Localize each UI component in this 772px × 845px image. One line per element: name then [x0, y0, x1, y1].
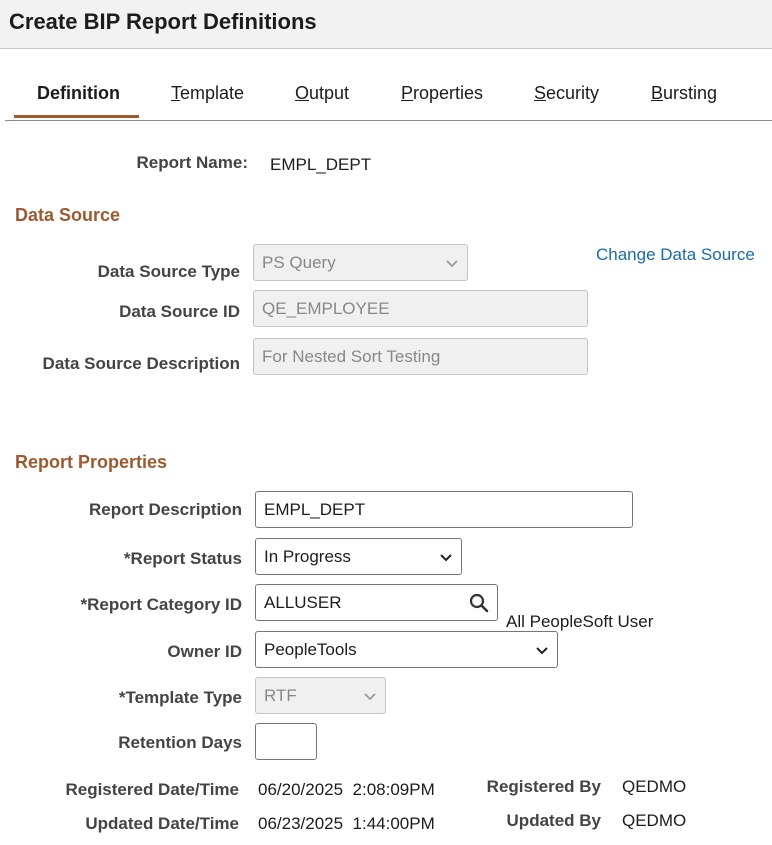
template-type-select[interactable]: RTF	[255, 677, 386, 714]
tabs-divider	[5, 120, 772, 121]
report-category-value: ALLUSER	[264, 592, 342, 612]
chevron-down-icon	[536, 646, 548, 654]
report-status-select[interactable]: In Progress	[255, 538, 462, 575]
tab-properties[interactable]: Properties	[401, 83, 483, 104]
report-description-value: EMPL_DEPT	[264, 499, 366, 519]
data-source-type-select[interactable]: PS Query	[253, 244, 468, 281]
data-source-id-value: QE_EMPLOYEE	[262, 298, 390, 318]
tab-output-label: utput	[309, 83, 350, 103]
search-icon[interactable]	[469, 593, 489, 613]
data-source-type-value: PS Query	[262, 252, 336, 272]
report-status-value: In Progress	[264, 546, 351, 566]
report-category-input[interactable]: ALLUSER	[255, 584, 498, 621]
template-type-label: *Template Type	[118, 688, 242, 707]
retention-days-label: Retention Days	[118, 733, 242, 752]
updated-datetime-value: 06/23/2025 1:44:00PM	[258, 814, 435, 833]
data-source-heading: Data Source	[15, 205, 121, 225]
report-status-label: *Report Status	[123, 549, 242, 568]
report-category-description: All PeopleSoft User	[506, 612, 654, 631]
page-header: Create BIP Report Definitions	[0, 0, 772, 49]
tab-properties-accesskey: P	[401, 83, 414, 103]
report-description-label: Report Description	[88, 500, 242, 519]
retention-days-input[interactable]	[255, 723, 317, 760]
report-name-value: EMPL_DEPT	[270, 155, 372, 174]
tab-output[interactable]: Output	[295, 83, 349, 104]
template-type-value: RTF	[264, 685, 297, 705]
tab-definition[interactable]: Definition	[37, 83, 120, 104]
updated-datetime-label: Updated Date/Time	[85, 814, 239, 833]
data-source-description-field: For Nested Sort Testing	[253, 338, 588, 375]
tab-security-label: ecurity	[546, 83, 600, 103]
data-source-description-label: Data Source Description	[42, 354, 240, 373]
report-category-label: *Report Category ID	[80, 595, 242, 614]
tab-output-accesskey: O	[295, 83, 310, 103]
owner-id-label: Owner ID	[167, 642, 242, 661]
owner-id-value: PeopleTools	[264, 639, 357, 659]
active-tab-indicator	[14, 115, 139, 118]
chevron-down-icon	[446, 259, 458, 267]
chevron-down-icon	[364, 692, 376, 700]
report-description-input[interactable]: EMPL_DEPT	[255, 491, 633, 528]
tab-template-accesskey: T	[171, 83, 180, 103]
updated-by-label: Updated By	[506, 811, 601, 830]
data-source-type-label: Data Source Type	[97, 262, 240, 281]
tab-bursting-label: ursting	[663, 83, 718, 103]
tab-security-accesskey: S	[534, 83, 547, 103]
chevron-down-icon	[440, 553, 452, 561]
data-source-id-label: Data Source ID	[119, 302, 240, 321]
change-data-source-link[interactable]: Change Data Source	[596, 245, 755, 265]
registered-by-label: Registered By	[486, 777, 601, 796]
data-source-id-field: QE_EMPLOYEE	[253, 290, 588, 327]
data-source-description-value: For Nested Sort Testing	[262, 346, 441, 366]
report-properties-heading: Report Properties	[15, 452, 168, 472]
tab-template-label: emplate	[180, 83, 245, 103]
owner-id-select[interactable]: PeopleTools	[255, 631, 558, 668]
tab-bursting[interactable]: Bursting	[651, 83, 717, 104]
tab-properties-label: roperties	[413, 83, 484, 103]
tab-definition-label: Definition	[37, 83, 120, 103]
registered-by-value: QEDMO	[622, 777, 687, 796]
tab-security[interactable]: Security	[534, 83, 599, 104]
registered-datetime-value: 06/20/2025 2:08:09PM	[258, 780, 435, 799]
updated-by-value: QEDMO	[622, 811, 687, 830]
tab-bursting-accesskey: B	[651, 83, 664, 103]
tab-template[interactable]: Template	[171, 83, 244, 104]
report-name-label: Report Name:	[136, 153, 248, 172]
page-title: Create BIP Report Definitions	[9, 9, 317, 34]
registered-datetime-label: Registered Date/Time	[65, 780, 239, 799]
